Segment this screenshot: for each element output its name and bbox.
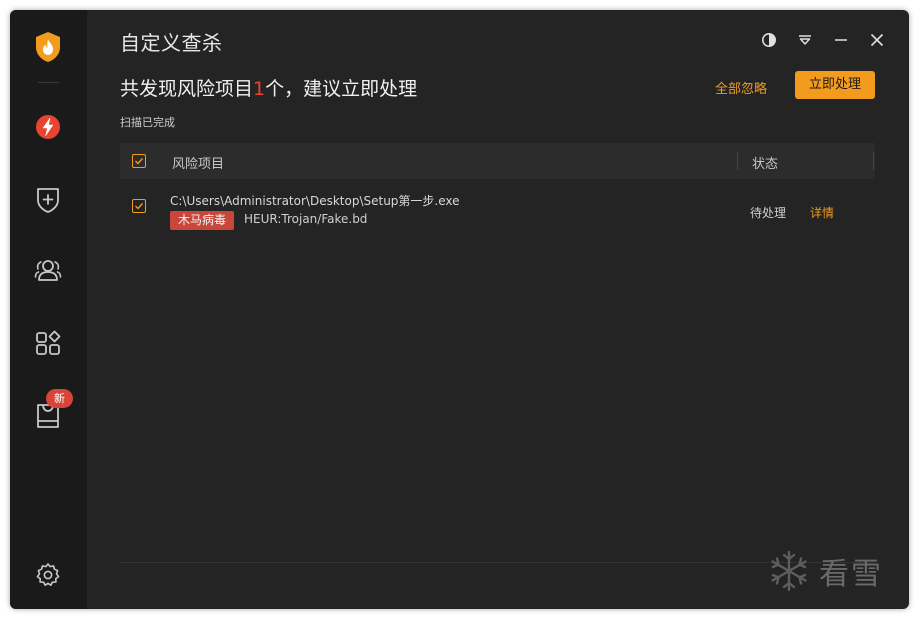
detail-link[interactable]: 详情 (810, 204, 834, 221)
footer-divider (120, 562, 875, 563)
risk-table: 风险项目 状态 C:\Users\Administrator\Desktop\S… (120, 143, 875, 239)
shield-flame-icon[interactable] (31, 30, 65, 64)
lightning-icon[interactable] (31, 110, 65, 144)
file-path: C:\Users\Administrator\Desktop\Setup第一步.… (170, 194, 460, 208)
virus-name: HEUR:Trojan/Fake.bd (244, 212, 368, 226)
column-separator (737, 152, 738, 170)
ignore-all-link[interactable]: 全部忽略 (715, 78, 767, 97)
window-title: 自定义查杀 (120, 31, 223, 55)
threat-tag: 木马病毒 (170, 211, 235, 230)
close-icon[interactable] (867, 30, 887, 50)
sidebar-divider (38, 82, 59, 83)
gear-icon[interactable] (31, 558, 65, 592)
watermark: 看雪 (767, 545, 907, 597)
apps-icon[interactable] (31, 326, 65, 360)
risk-summary: 共发现风险项目1个，建议立即处理 (120, 74, 417, 101)
theme-toggle-icon[interactable] (759, 30, 779, 50)
scan-status: 扫描已完成 (120, 116, 175, 129)
table-header: 风险项目 状态 (120, 143, 875, 179)
sidebar: 新 (10, 10, 87, 609)
minimize-icon[interactable] (831, 30, 851, 50)
row-status: 待处理 (750, 206, 787, 220)
watermark-text: 看雪 (819, 557, 883, 592)
risk-count: 1 (253, 78, 266, 100)
main-panel: 自定义查杀 共发现风险项目1个，建议立即处理 全部忽略 立即处理 扫描已完成 风… (87, 10, 909, 609)
menu-dropdown-icon[interactable] (795, 30, 815, 50)
column-separator (873, 152, 874, 170)
table-row[interactable]: C:\Users\Administrator\Desktop\Setup第一步.… (120, 179, 875, 239)
shield-plus-icon[interactable] (31, 182, 65, 216)
handle-now-button[interactable]: 立即处理 (795, 71, 875, 99)
users-icon[interactable] (31, 253, 65, 287)
snowflake-icon (771, 550, 807, 592)
summary-prefix: 共发现风险项目 (120, 78, 254, 100)
header-risk-item: 风险项目 (172, 157, 225, 172)
select-all-checkbox[interactable] (132, 154, 146, 168)
app-window: 新 自定义查杀 共发现风险项目1个，建议立即处理 全部忽略 立即处理 扫描已完成… (10, 10, 909, 609)
row-checkbox[interactable] (132, 199, 146, 213)
header-status: 状态 (752, 157, 779, 172)
summary-suffix: 个，建议立即处理 (265, 78, 418, 100)
new-badge: 新 (46, 389, 73, 408)
